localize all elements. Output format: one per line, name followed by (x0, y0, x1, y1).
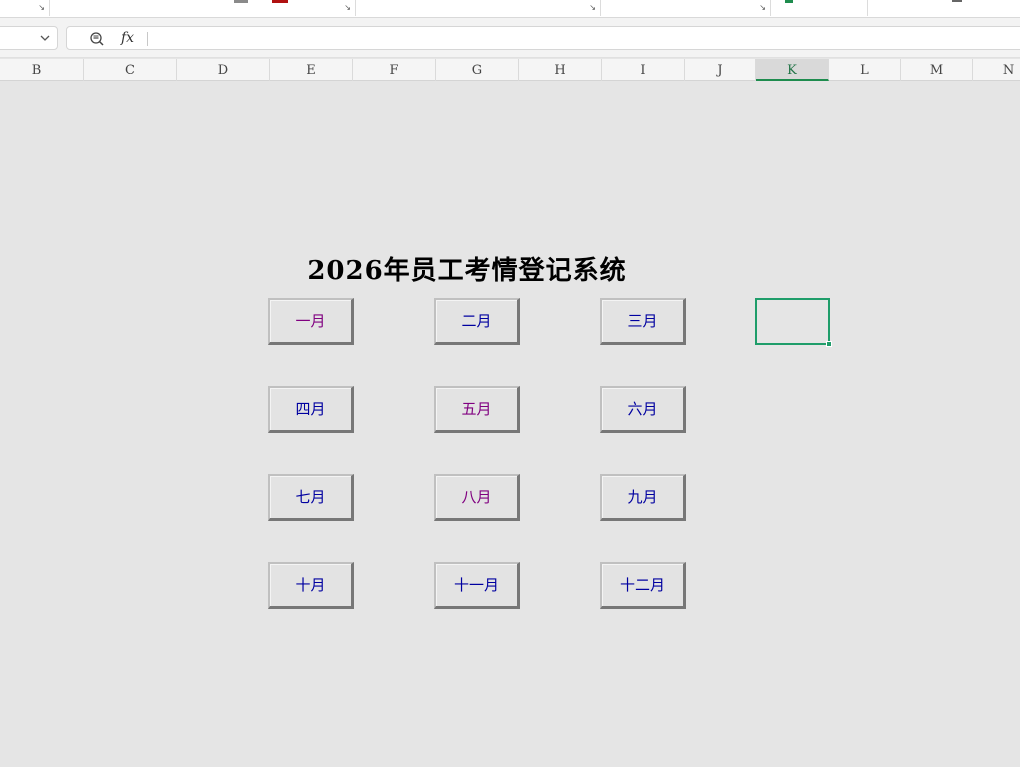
ribbon-button-icon[interactable] (234, 0, 248, 3)
formula-separator (147, 32, 148, 46)
ribbon-group (771, 0, 868, 16)
month-button-jun[interactable]: 六月 (600, 386, 686, 433)
dialog-launcher-icon[interactable]: ↘ (344, 3, 351, 13)
ribbon-group: ↘ (356, 0, 601, 16)
column-header-j[interactable]: J (685, 59, 756, 81)
month-button-may[interactable]: 五月 (434, 386, 520, 433)
formula-bar: fx (0, 18, 1020, 58)
chevron-down-icon[interactable] (39, 32, 51, 44)
zoom-icon[interactable] (89, 31, 105, 47)
column-header-m[interactable]: M (901, 59, 973, 81)
ribbon-group: ↘ (601, 0, 771, 16)
sheet-grid[interactable]: 2026年员工考情登记系统 一月 二月 三月 四月 五月 六月 七月 八月 九月… (0, 82, 1020, 767)
dialog-launcher-icon[interactable]: ↘ (589, 3, 596, 13)
month-button-aug[interactable]: 八月 (434, 474, 520, 521)
month-button-sep[interactable]: 九月 (600, 474, 686, 521)
month-button-nov[interactable]: 十一月 (434, 562, 520, 609)
spreadsheet-window: ↘ ↘ ↘ ↘ fx B C D E F G H I J K L M N 202… (0, 0, 1020, 767)
month-button-feb[interactable]: 二月 (434, 298, 520, 345)
fill-handle[interactable] (826, 341, 832, 347)
ribbon-button-icon[interactable] (952, 0, 962, 2)
ribbon-group (868, 0, 1020, 16)
name-box[interactable] (0, 26, 58, 50)
column-header-k[interactable]: K (756, 59, 829, 81)
month-button-apr[interactable]: 四月 (268, 386, 354, 433)
column-header-b[interactable]: B (0, 59, 84, 81)
ribbon-group: ↘ (0, 0, 50, 16)
column-header-h[interactable]: H (519, 59, 602, 81)
column-header-g[interactable]: G (436, 59, 519, 81)
month-button-jul[interactable]: 七月 (268, 474, 354, 521)
dialog-launcher-icon[interactable]: ↘ (759, 3, 766, 13)
column-headers: B C D E F G H I J K L M N (0, 59, 1020, 81)
ribbon-group: ↘ (50, 0, 356, 16)
column-header-d[interactable]: D (177, 59, 270, 81)
column-header-e[interactable]: E (270, 59, 353, 81)
month-button-jan[interactable]: 一月 (268, 298, 354, 345)
sheet-title: 2026年员工考情登记系统 (307, 256, 627, 286)
column-header-i[interactable]: I (602, 59, 685, 81)
formula-input[interactable]: fx (66, 26, 1020, 50)
month-button-mar[interactable]: 三月 (600, 298, 686, 345)
column-header-f[interactable]: F (353, 59, 436, 81)
column-header-l[interactable]: L (829, 59, 901, 81)
ribbon-button-icon[interactable] (785, 0, 793, 3)
ribbon-strip: ↘ ↘ ↘ ↘ (0, 0, 1020, 18)
month-button-oct[interactable]: 十月 (268, 562, 354, 609)
dialog-launcher-icon[interactable]: ↘ (38, 3, 45, 13)
column-header-n[interactable]: N (973, 59, 1020, 81)
insert-function-button[interactable]: fx (121, 30, 134, 46)
selected-cell-k[interactable] (755, 298, 832, 347)
column-header-c[interactable]: C (84, 59, 177, 81)
font-color-icon[interactable] (272, 0, 288, 3)
month-button-dec[interactable]: 十二月 (600, 562, 686, 609)
